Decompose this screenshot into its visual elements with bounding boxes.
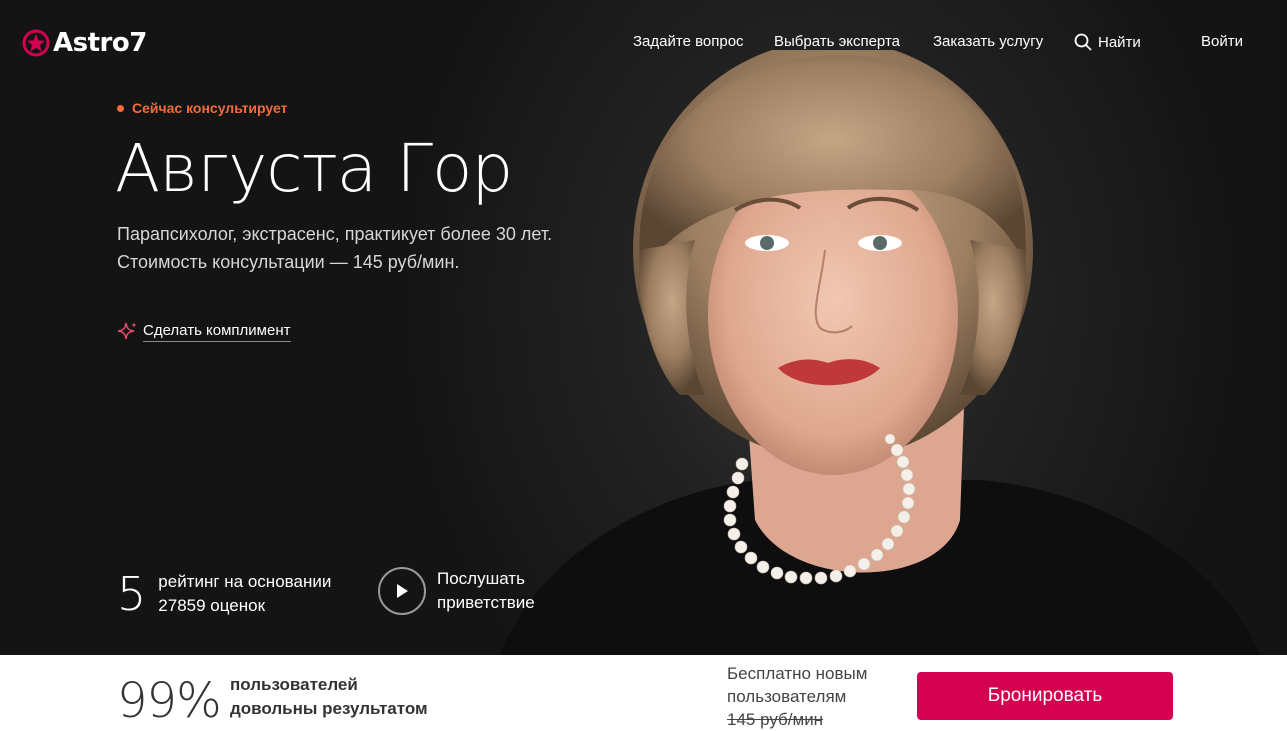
rating-caption-line2: 27859 оценок — [158, 596, 266, 615]
satisfaction-caption-line1: пользователей — [230, 675, 358, 694]
nav-choose-expert[interactable]: Выбрать эксперта — [774, 33, 900, 50]
greeting-caption-line1: Послушать — [437, 569, 525, 588]
expert-description: Парапсихолог, экстрасенс, практикует бол… — [117, 224, 553, 272]
promo-text: Бесплатно новым пользователям 145 руб/ми… — [727, 662, 867, 731]
old-price: 145 руб/мин — [727, 710, 824, 729]
greeting-caption: Послушать приветствие — [437, 567, 535, 615]
play-button[interactable] — [378, 567, 426, 615]
satisfaction-caption: пользователей довольны результатом — [230, 673, 428, 721]
hero-section: Astro7 Задайте вопрос Выбрать эксперта З… — [0, 0, 1287, 655]
greeting-player[interactable]: Послушать приветствие — [378, 567, 535, 615]
nav-search[interactable]: Найти — [1074, 33, 1141, 51]
promo-line1: Бесплатно новым — [727, 664, 868, 683]
logo[interactable]: Astro7 — [22, 28, 147, 58]
nav-order-service[interactable]: Заказать услугу — [933, 33, 1043, 50]
compliment-label: Сделать комплимент — [143, 322, 291, 342]
nav-login[interactable]: Войти — [1201, 33, 1243, 50]
book-button[interactable]: Бронировать — [917, 672, 1173, 720]
promo-line2: пользователям — [727, 687, 847, 706]
sparkle-icon — [117, 322, 137, 340]
logo-star-icon — [22, 29, 50, 57]
rating-caption: рейтинг на основании 27859 оценок — [158, 570, 331, 618]
status-label: Сейчас консультирует — [132, 100, 288, 116]
satisfaction-caption-line2: довольны результатом — [230, 699, 428, 718]
satisfaction-percent: 99% — [117, 673, 222, 729]
compliment-link[interactable]: Сделать комплимент — [116, 321, 291, 343]
status-dot — [117, 104, 124, 112]
nav-search-label: Найти — [1098, 33, 1141, 51]
expert-photo — [500, 50, 1260, 655]
rating-caption-line1: рейтинг на основании — [158, 572, 332, 591]
brand-name: Astro7 — [53, 28, 147, 58]
expert-name: Августа Гор — [115, 130, 513, 207]
rating-block: 5 рейтинг на основании 27859 оценок — [117, 567, 331, 621]
search-icon — [1074, 33, 1092, 51]
play-icon — [397, 584, 408, 598]
booking-bar: 99% пользователей довольны результатом Б… — [0, 655, 1287, 731]
greeting-caption-line2: приветствие — [437, 593, 535, 612]
nav-ask-question[interactable]: Задайте вопрос — [633, 33, 744, 50]
status-indicator: Сейчас консультирует — [117, 100, 287, 116]
rating-value: 5 — [117, 567, 147, 621]
